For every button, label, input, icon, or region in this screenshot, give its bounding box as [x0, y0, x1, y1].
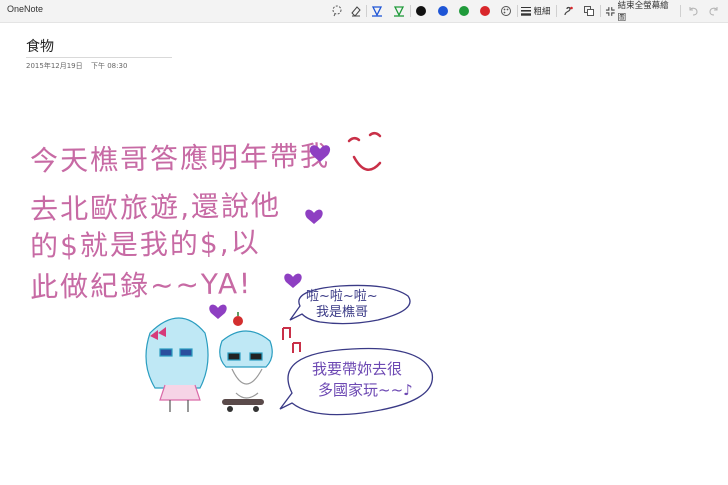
thickness-label: 粗細	[533, 7, 551, 17]
color-swatch	[480, 6, 490, 16]
exit-fullscreen-label: 結束全螢幕繪圖	[617, 1, 669, 23]
pen-button[interactable]	[370, 3, 384, 19]
color-swatch	[459, 6, 469, 16]
eraser-icon	[351, 6, 361, 17]
undo-icon	[689, 7, 698, 16]
skateboard-drawing	[222, 399, 264, 412]
separator	[556, 5, 557, 17]
lasso-select-icon	[332, 5, 342, 17]
pen-icon	[371, 6, 383, 17]
heart-doodle	[209, 304, 227, 319]
separator	[680, 5, 681, 17]
insert-space-icon	[584, 6, 594, 16]
redo-button[interactable]	[707, 3, 721, 19]
exit-fullscreen-icon	[605, 6, 615, 16]
ink-replay-icon	[564, 6, 573, 16]
separator	[410, 5, 411, 17]
apple-doodle	[233, 316, 243, 326]
palette-icon	[501, 6, 511, 16]
color-red-button[interactable]	[478, 3, 492, 19]
app-name: OneNote	[7, 4, 44, 14]
color-swatch	[438, 6, 448, 16]
redo-icon	[709, 7, 718, 16]
highlighter-button[interactable]	[392, 3, 406, 19]
ink-drawing	[145, 132, 434, 416]
smiley-doodle	[347, 132, 382, 171]
separator	[517, 5, 518, 17]
lasso-select-button[interactable]	[330, 3, 344, 19]
color-swatch	[416, 6, 426, 16]
more-colors-button[interactable]	[499, 3, 513, 19]
eraser-button[interactable]	[349, 3, 363, 19]
highlighter-icon	[393, 6, 405, 17]
insert-space-button[interactable]	[582, 3, 596, 19]
exit-fullscreen-drawing-button[interactable]: 結束全螢幕繪圖	[605, 1, 675, 23]
heart-doodle	[305, 209, 323, 224]
ink-canvas[interactable]: 今天樵哥答應明年帶我 去北歐旅遊,還說他 的$就是我的$,以 此做紀錄~~YA!	[0, 23, 728, 485]
bubble-1-line-2: 我是樵哥	[316, 305, 369, 320]
bubble-2-line-2: 多國家玩~~♪	[318, 381, 413, 399]
thickness-button[interactable]: 粗細	[521, 3, 551, 19]
title-bar: OneNote 粗細 結束全螢幕繪圖	[0, 0, 728, 23]
heart-doodle	[284, 273, 302, 288]
undo-button[interactable]	[686, 3, 700, 19]
boy-character-drawing	[219, 330, 273, 399]
music-notes-doodle	[282, 327, 301, 353]
thickness-icon	[521, 7, 532, 16]
separator	[366, 5, 367, 17]
bubble-2-line-1: 我要帶妳去很	[312, 360, 403, 378]
ink-to-text-button[interactable]	[561, 3, 575, 19]
color-green-button[interactable]	[457, 3, 471, 19]
separator	[600, 5, 601, 17]
color-black-button[interactable]	[414, 3, 428, 19]
color-blue-button[interactable]	[436, 3, 450, 19]
heart-doodle	[309, 145, 331, 162]
